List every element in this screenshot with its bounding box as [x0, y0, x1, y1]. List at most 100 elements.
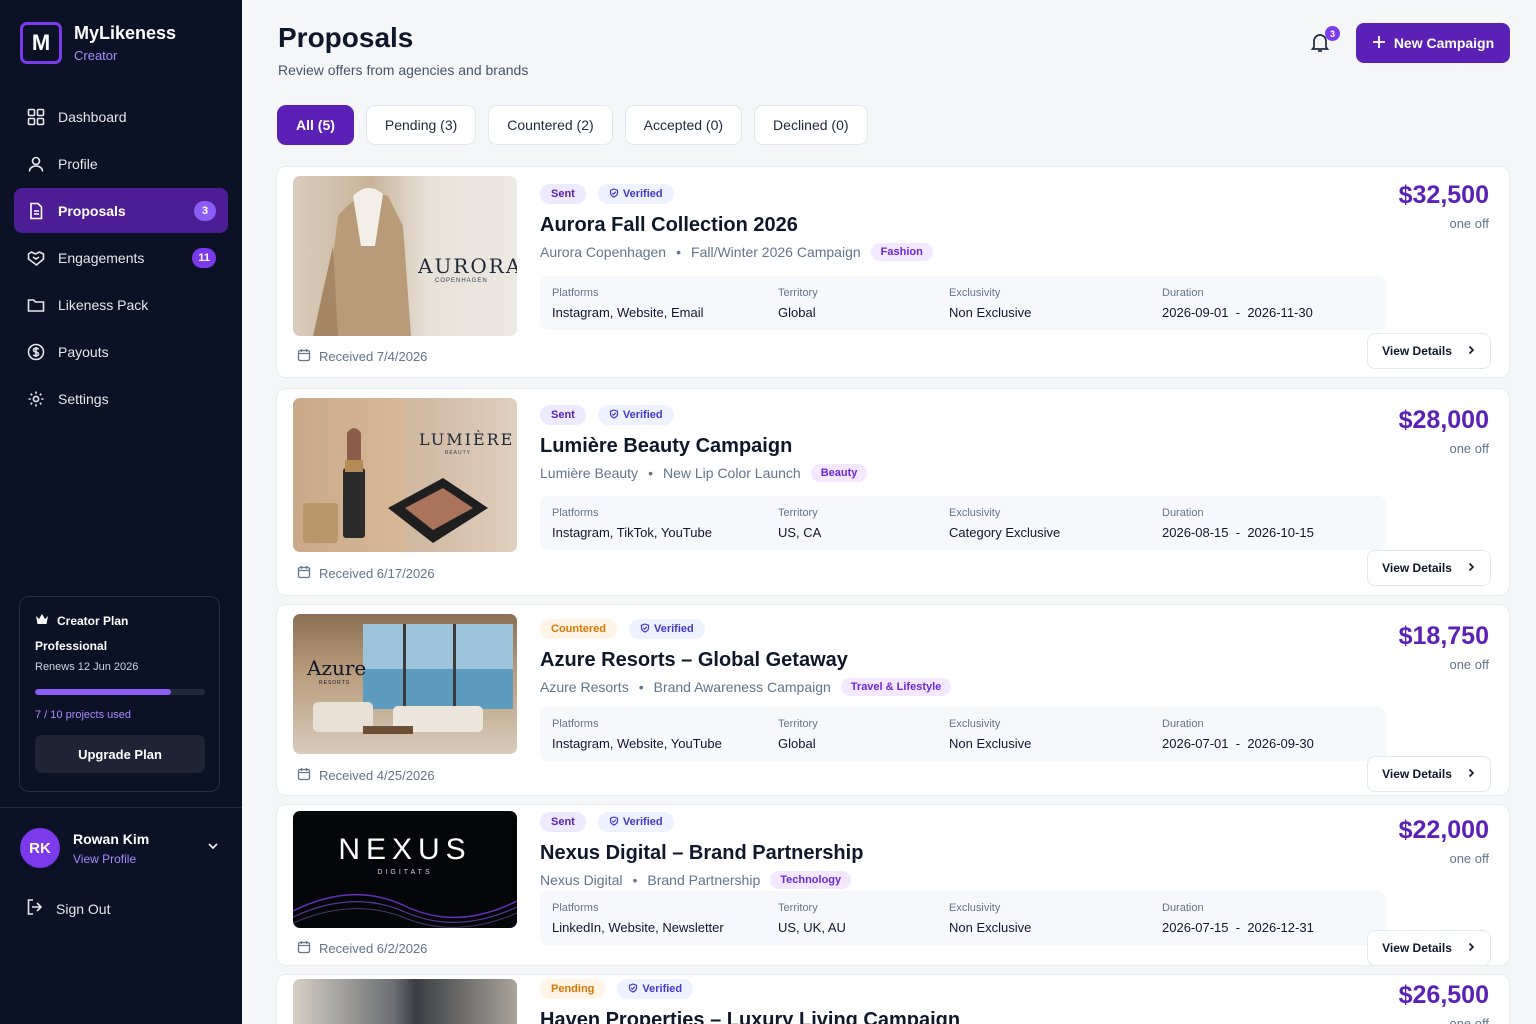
shield-check-icon	[640, 622, 650, 636]
tab-countered[interactable]: Countered (2)	[488, 105, 613, 145]
sidebar-item-profile[interactable]: Profile	[14, 141, 228, 186]
plan-usage-text: 7 / 10 projects used	[35, 709, 132, 721]
plan-usage-fill	[35, 689, 171, 695]
proposal-title[interactable]: Lumière Beauty Campaign	[540, 435, 867, 458]
category-tag: Beauty	[810, 464, 868, 482]
plan-card: Creator Plan Professional Renews 12 Jun …	[19, 596, 220, 792]
verified-badge: Verified	[629, 619, 705, 639]
price-amount: $32,500	[1398, 181, 1489, 209]
user-icon	[26, 154, 46, 174]
brand[interactable]: M MyLikeness Creator	[20, 22, 176, 64]
shield-check-icon	[609, 187, 619, 201]
view-details-button[interactable]: View Details	[1367, 756, 1491, 792]
sidebar-item-payouts[interactable]: Payouts	[14, 329, 228, 374]
price-amount: $26,500	[1398, 981, 1489, 1009]
sidebar-item-label: Dashboard	[58, 108, 127, 125]
proposals-count-badge: 3	[194, 200, 216, 221]
price-amount: $28,000	[1398, 406, 1489, 434]
sidebar-item-proposals[interactable]: Proposals 3	[14, 188, 228, 233]
exclusivity-value: Non Exclusive	[949, 305, 1032, 320]
status-badge: Sent	[540, 405, 586, 425]
calendar-icon	[297, 940, 311, 957]
proposal-title[interactable]: Nexus Digital – Brand Partnership	[540, 842, 863, 865]
plan-usage-bar	[35, 689, 205, 695]
proposal-image: Azure RESORTS	[293, 614, 517, 754]
brand-name: Aurora Copenhagen	[540, 244, 667, 260]
sidebar-divider	[0, 807, 242, 808]
sidebar-item-settings[interactable]: Settings	[14, 376, 228, 421]
calendar-icon	[297, 565, 311, 582]
exclusivity-label: Exclusivity	[949, 287, 1001, 299]
logout-icon	[26, 898, 44, 919]
terms-panel: Platforms Instagram, Website, Email Terri…	[540, 276, 1386, 330]
brand-role: Creator	[74, 48, 118, 63]
tab-pending[interactable]: Pending (3)	[365, 105, 477, 145]
platforms-label: Platforms	[552, 718, 599, 730]
sidebar-item-engagements[interactable]: Engagements 11	[14, 235, 228, 280]
duration-value: 2026-07-15 - 2026-12-31	[1162, 920, 1314, 935]
proposal-title[interactable]: Aurora Fall Collection 2026	[540, 214, 933, 237]
chevron-right-icon	[1466, 561, 1476, 575]
view-details-button[interactable]: View Details	[1367, 550, 1491, 586]
proposal-title[interactable]: Haven Properties – Luxury Living Campaig…	[540, 1009, 960, 1024]
lipstick-compact-image	[303, 428, 488, 543]
exclusivity-value: Non Exclusive	[949, 736, 1032, 751]
territory-value: Global	[778, 736, 816, 751]
price-frequency: one off	[1449, 851, 1489, 866]
brand-name: Nexus Digital	[540, 872, 623, 888]
verified-badge: Verified	[597, 184, 674, 204]
received-date: Received 7/4/2026	[319, 349, 428, 364]
duration-label: Duration	[1162, 718, 1204, 730]
user-menu[interactable]: RK Rowan Kim View Profile	[20, 828, 220, 868]
proposal-card[interactable]: NEXUS DIGITATS Received 6/2/2026 Sent Ve…	[276, 804, 1510, 966]
folder-icon	[26, 295, 46, 315]
sign-out-label: Sign Out	[56, 900, 111, 917]
sidebar-item-label: Engagements	[58, 249, 145, 266]
status-badge: Sent	[540, 184, 586, 204]
proposal-title[interactable]: Azure Resorts – Global Getaway	[540, 649, 951, 672]
tab-accepted[interactable]: Accepted (0)	[624, 105, 743, 145]
duration-label: Duration	[1162, 287, 1204, 299]
platforms-label: Platforms	[552, 287, 599, 299]
sidebar-item-likeness-pack[interactable]: Likeness Pack	[14, 282, 228, 327]
view-profile-link[interactable]: View Profile	[73, 852, 206, 866]
chevron-right-icon	[1466, 941, 1476, 955]
view-details-button[interactable]: View Details	[1367, 333, 1491, 369]
tab-declined[interactable]: Declined (0)	[754, 105, 868, 145]
view-details-button[interactable]: View Details	[1367, 930, 1491, 965]
proposal-card[interactable]: LUMIÈRE BEAUTY Received 6/17/2026 Sent V…	[276, 388, 1510, 596]
sidebar-item-dashboard[interactable]: Dashboard	[14, 94, 228, 139]
avatar: RK	[20, 828, 60, 868]
chevron-down-icon[interactable]	[206, 839, 220, 858]
verified-badge: Verified	[597, 405, 674, 425]
received-date: Received 6/17/2026	[319, 566, 435, 581]
shield-check-icon	[609, 408, 619, 422]
campaign-name: Brand Awareness Campaign	[653, 679, 831, 695]
price-frequency: one off	[1449, 657, 1489, 672]
brand-name: Lumière Beauty	[540, 465, 639, 481]
exclusivity-label: Exclusivity	[949, 507, 1001, 519]
category-tag: Travel & Lifestyle	[840, 678, 952, 696]
tab-all[interactable]: All (5)	[277, 105, 354, 145]
notifications-button[interactable]: 3	[1308, 26, 1340, 56]
new-campaign-button[interactable]: New Campaign	[1356, 23, 1510, 63]
campaign-name: Brand Partnership	[647, 872, 761, 888]
gear-icon	[26, 389, 46, 409]
proposal-image	[293, 979, 517, 1024]
status-tabs: All (5) Pending (3) Countered (2) Accept…	[277, 105, 868, 145]
platforms-value: LinkedIn, Website, Newsletter	[552, 920, 724, 935]
azure-submark: RESORTS	[319, 680, 351, 686]
page-subtitle: Review offers from agencies and brands	[278, 62, 529, 78]
lumiere-wordmark: LUMIÈRE	[419, 430, 515, 449]
proposal-card[interactable]: AURORA COPENHAGEN Received 7/4/2026 Sent…	[276, 166, 1510, 378]
exclusivity-label: Exclusivity	[949, 718, 1001, 730]
sign-out-button[interactable]: Sign Out	[26, 898, 110, 919]
dollar-icon	[26, 342, 46, 362]
category-tag: Technology	[770, 871, 852, 889]
proposal-card[interactable]: Azure RESORTS Received 4/25/2026 Counter…	[276, 604, 1510, 796]
proposal-card[interactable]: Pending Verified Haven Properties – Luxu…	[276, 974, 1510, 1024]
upgrade-plan-button[interactable]: Upgrade Plan	[35, 735, 205, 773]
status-badge: Sent	[540, 812, 586, 832]
nexus-submark: DIGITATS	[377, 869, 433, 876]
platforms-value: Instagram, TikTok, YouTube	[552, 525, 712, 540]
